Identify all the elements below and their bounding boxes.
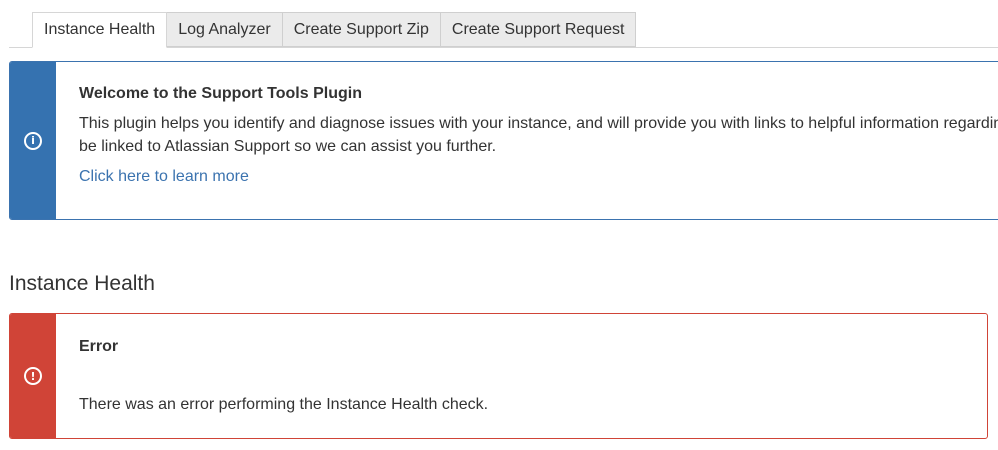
info-message-text-line-2: be linked to Atlassian Support so we can… <box>79 138 497 155</box>
tab-create-support-zip[interactable]: Create Support Zip <box>282 12 441 47</box>
tab-log-analyzer[interactable]: Log Analyzer <box>167 12 283 47</box>
error-message-body: Error There was an error performing the … <box>79 338 987 416</box>
info-message-title: Welcome to the Support Tools Plugin <box>79 85 362 102</box>
error-message: ! Error There was an error performing th… <box>9 313 988 439</box>
error-message-text: There was an error performing the Instan… <box>79 396 489 413</box>
error-icon: ! <box>24 367 42 385</box>
welcome-info-message: i Welcome to the Support Tools Plugin Th… <box>9 61 998 220</box>
info-icon: i <box>24 131 42 150</box>
tab-list: Instance Health Log Analyzer Create Supp… <box>32 12 637 48</box>
error-message-title: Error <box>79 338 119 355</box>
tab-instance-health[interactable]: Instance Health <box>32 12 168 48</box>
info-message-body: Welcome to the Support Tools Plugin This… <box>79 85 998 186</box>
page-title: Instance Health <box>9 272 155 295</box>
learn-more-link[interactable]: Click here to learn more <box>79 168 249 185</box>
info-message-text-line-1: This plugin helps you identify and diagn… <box>79 115 998 132</box>
tab-bar: Instance Health Log Analyzer Create Supp… <box>9 12 998 48</box>
error-accent-bar: ! <box>10 314 56 438</box>
tab-create-support-request[interactable]: Create Support Request <box>440 12 637 47</box>
support-tools-page: Instance Health Log Analyzer Create Supp… <box>0 0 998 450</box>
info-accent-bar: i <box>10 62 56 219</box>
